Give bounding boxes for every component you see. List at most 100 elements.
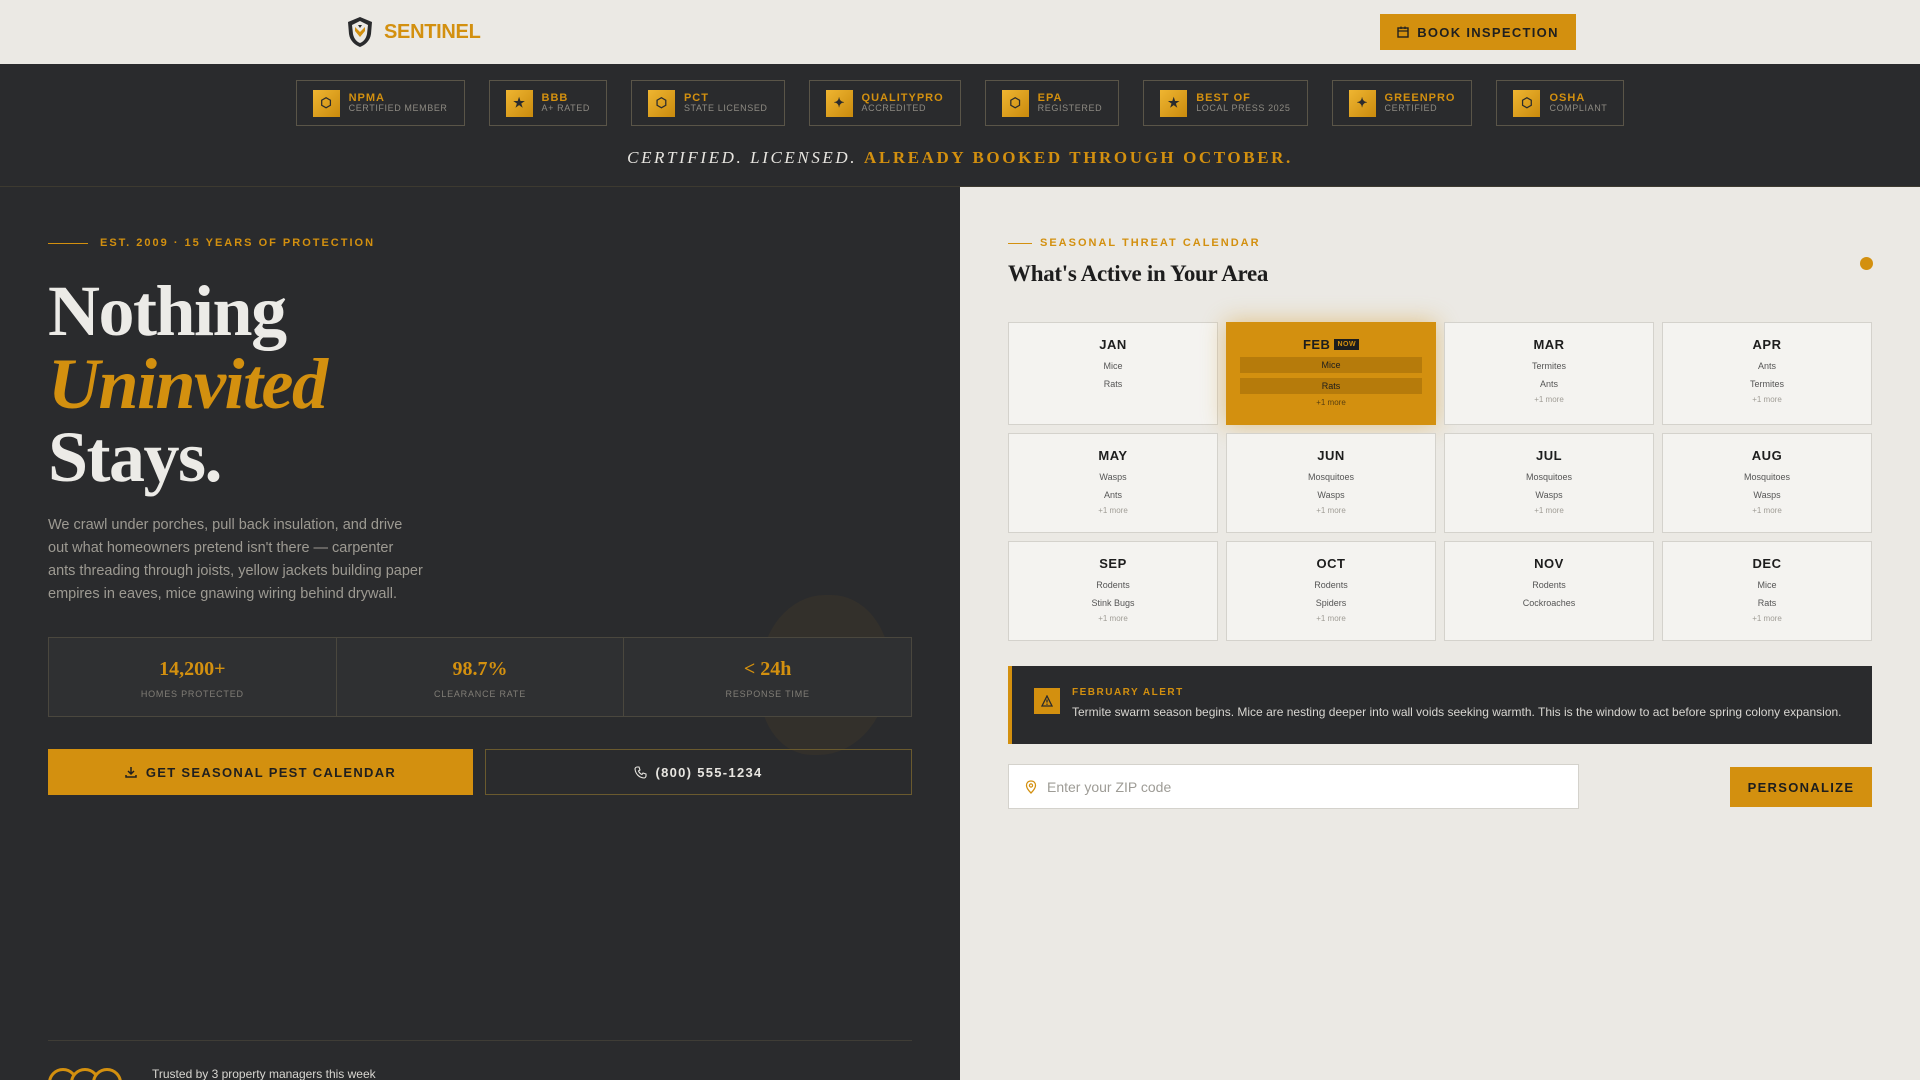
headline-line3: Stays. (48, 417, 223, 497)
stat-label: RESPONSE TIME (725, 689, 810, 699)
more-pests-link[interactable]: +1 more (1445, 506, 1653, 515)
book-inspection-label: BOOK INSPECTION (1417, 24, 1559, 40)
pest-item: Ants (1539, 379, 1558, 389)
zip-field-wrapper (1008, 764, 1579, 809)
eyebrow-line (48, 242, 88, 244)
tagline-part1: CERTIFIED. LICENSED. (627, 148, 858, 167)
stat-clearance: 98.7% CLEARANCE RATE (337, 638, 625, 716)
credential-badge-pct: ⬡ PCT STATE LICENSED (630, 80, 785, 126)
pest-item: Wasps (1535, 490, 1563, 500)
credential-badge-npma: ⬡ NPMA CERTIFIED MEMBER (295, 80, 465, 126)
month-name: DEC (1663, 556, 1871, 571)
stats-bar: 14,200+ HOMES PROTECTED 98.7% CLEARANCE … (48, 637, 912, 717)
month-card-may[interactable]: MAY Wasps Ants +1 more (1008, 433, 1218, 533)
phone-icon (634, 765, 647, 779)
credential-badge-epa: ⬡ EPA REGISTERED (984, 80, 1120, 126)
month-label: AUG (1751, 448, 1783, 463)
more-pests-link[interactable]: +1 more (1227, 398, 1435, 407)
more-pests-link[interactable]: +1 more (1445, 395, 1653, 404)
brand-name: SENTINEL (384, 20, 481, 43)
month-grid: JAN Mice Rats FEB NOW Mice Rats +1 more MAR Termi… (1008, 322, 1872, 641)
zip-input[interactable] (1047, 778, 1547, 795)
book-inspection-button[interactable]: BOOK INSPECTION (1380, 14, 1576, 50)
avatar (92, 1068, 122, 1080)
more-pests-link[interactable]: +1 more (1009, 614, 1217, 623)
get-pest-calendar-button[interactable]: GET SEASONAL PEST CALENDAR (48, 749, 473, 795)
more-pests-link[interactable]: +1 more (1663, 614, 1871, 623)
shield-crest-icon (348, 17, 372, 47)
month-label: NOV (1534, 556, 1564, 571)
month-name: FEB NOW (1227, 337, 1435, 352)
badge-subtitle: A+ RATED (541, 103, 590, 114)
pest-item: Wasps (1099, 472, 1127, 482)
more-pests-link[interactable]: +1 more (1663, 506, 1871, 515)
month-name: OCT (1227, 556, 1435, 571)
pest-item: Rodents (1532, 580, 1566, 590)
personalize-button[interactable]: PERSONALIZE (1730, 767, 1872, 807)
month-card-apr[interactable]: APR Ants Termites +1 more (1662, 322, 1872, 425)
month-label: JAN (1099, 337, 1127, 352)
get-pest-calendar-label: GET SEASONAL PEST CALENDAR (145, 764, 397, 780)
month-card-nov[interactable]: NOV Rodents Cockroaches (1444, 541, 1654, 641)
more-pests-link[interactable]: +1 more (1227, 506, 1435, 515)
month-card-sep[interactable]: SEP Rodents Stink Bugs +1 more (1008, 541, 1218, 641)
pest-item: Spiders (1315, 598, 1347, 608)
month-name: APR (1663, 337, 1871, 352)
badge-text: QUALITYPRO ACCREDITED (862, 92, 944, 114)
month-name: JUN (1227, 448, 1435, 463)
hero-headline: Nothing Uninvited Stays. (48, 271, 328, 497)
divider (48, 1040, 912, 1041)
month-card-dec[interactable]: DEC Mice Rats +1 more (1662, 541, 1872, 641)
credential-badge-qualitypro: ✦ QUALITYPRO ACCREDITED (808, 80, 961, 126)
month-card-mar[interactable]: MAR Termites Ants +1 more (1444, 322, 1654, 425)
badge-icon: ★ (1160, 89, 1188, 117)
badge-text: PCT STATE LICENSED (684, 92, 768, 114)
month-name: SEP (1009, 556, 1217, 571)
pest-item: Stink Bugs (1091, 598, 1135, 608)
hero-eyebrow: EST. 2009 · 15 YEARS OF PROTECTION (48, 237, 375, 249)
pest-item: Cockroaches (1522, 598, 1576, 608)
more-pests-link[interactable]: +1 more (1227, 614, 1435, 623)
credential-badge-greenpro: ✦ GREENPRO CERTIFIED (1331, 80, 1473, 126)
hero-body: We crawl under porches, pull back insula… (48, 517, 423, 602)
pest-item: Wasps (1753, 490, 1781, 500)
stat-value: 14,200+ (159, 658, 226, 680)
month-card-oct[interactable]: OCT Rodents Spiders +1 more (1226, 541, 1436, 641)
badge-subtitle: ACCREDITED (861, 103, 927, 114)
headline-line1: Nothing (48, 271, 287, 351)
tagline-part2: ALREADY BOOKED THROUGH OCTOBER. (864, 148, 1293, 167)
month-name: MAY (1009, 448, 1217, 463)
more-pests-link[interactable]: +1 more (1663, 395, 1871, 404)
month-card-jan[interactable]: JAN Mice Rats (1008, 322, 1218, 425)
badge-text: GREENPRO CERTIFIED (1385, 92, 1456, 114)
calendar-title: What's Active in Your Area (1008, 261, 1269, 286)
alert-title: FEBRUARY ALERT (1072, 687, 1184, 698)
more-pests-link[interactable]: +1 more (1009, 506, 1217, 515)
february-alert: FEBRUARY ALERT Termite swarm season begi… (1008, 666, 1872, 744)
month-name: JAN (1009, 337, 1217, 352)
pest-item: Rodents (1314, 580, 1348, 590)
pest-item: Mosquitoes (1743, 472, 1791, 482)
call-phone-button[interactable]: (800) 555-1234 (485, 749, 912, 795)
badge-subtitle: LOCAL PRESS 2025 (1196, 103, 1291, 114)
month-card-jul[interactable]: JUL Mosquitoes Wasps +1 more (1444, 433, 1654, 533)
map-pin-icon (1025, 779, 1037, 794)
month-card-jun[interactable]: JUN Mosquitoes Wasps +1 more (1226, 433, 1436, 533)
month-name: MAR (1445, 337, 1653, 352)
month-label: MAY (1098, 448, 1128, 463)
calendar-eyebrow: SEASONAL THREAT CALENDAR (1008, 237, 1261, 249)
month-label: JUN (1317, 448, 1345, 463)
badge-icon: ✦ (825, 89, 853, 117)
month-label: SEP (1099, 556, 1127, 571)
credential-badge-best-of: ★ BEST OF LOCAL PRESS 2025 (1143, 80, 1308, 126)
month-name: JUL (1445, 448, 1653, 463)
month-label: MAR (1533, 337, 1565, 352)
month-card-aug[interactable]: AUG Mosquitoes Wasps +1 more (1662, 433, 1872, 533)
brand-logo[interactable]: SENTINEL (346, 16, 481, 48)
month-card-feb[interactable]: FEB NOW Mice Rats +1 more (1226, 322, 1436, 425)
badge-text: OSHA COMPLIANT (1549, 92, 1607, 114)
badge-icon: ⬡ (312, 89, 340, 117)
pest-item: Rats (1240, 378, 1422, 394)
pest-item: Rats (1103, 379, 1123, 389)
badge-text: EPA REGISTERED (1038, 92, 1103, 114)
